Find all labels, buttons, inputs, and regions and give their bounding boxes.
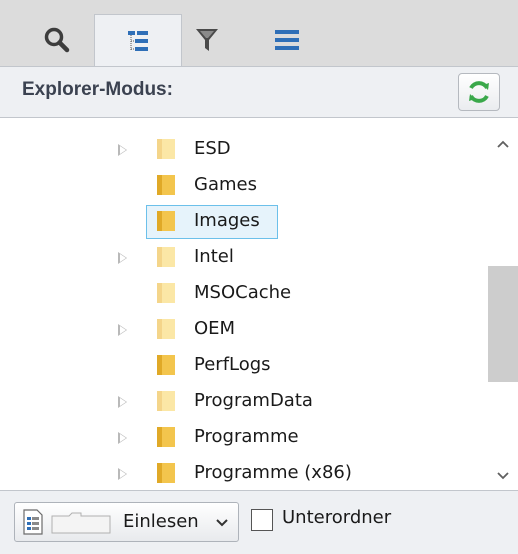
folder-icon bbox=[157, 427, 175, 447]
refresh-button[interactable] bbox=[458, 73, 500, 111]
subfolder-label: Unterordner bbox=[282, 507, 392, 528]
folder-outline-icon bbox=[51, 512, 111, 534]
expand-arrow-icon[interactable] bbox=[118, 396, 127, 408]
tree-item-label: ESD bbox=[194, 138, 231, 159]
folder-icon bbox=[157, 139, 175, 159]
tree-item-oem[interactable]: OEM bbox=[0, 312, 488, 348]
bottom-bar: Einlesen Unterordner bbox=[0, 490, 518, 554]
folder-tree: ESD Games Images Intel MSOCache OEM Perf… bbox=[0, 118, 488, 490]
tree-item-label: ProgramData bbox=[194, 390, 313, 411]
tree-item-label: Intel bbox=[194, 246, 234, 267]
tree-item-perflogs[interactable]: PerfLogs bbox=[0, 348, 488, 384]
tree-item-label: Programme (x86) bbox=[194, 462, 352, 483]
vertical-scrollbar[interactable] bbox=[488, 118, 518, 490]
folder-icon bbox=[157, 211, 175, 231]
folder-icon bbox=[157, 355, 175, 375]
tree-item-games[interactable]: Games bbox=[0, 168, 488, 204]
tree-item-programme[interactable]: Programme bbox=[0, 420, 488, 456]
expand-arrow-icon[interactable] bbox=[118, 432, 127, 444]
tree-item-intel[interactable]: Intel bbox=[0, 240, 488, 276]
expand-arrow-icon[interactable] bbox=[118, 468, 127, 480]
expand-arrow-icon[interactable] bbox=[118, 252, 127, 264]
tree-item-label: OEM bbox=[194, 318, 236, 339]
tree-item-msocache[interactable]: MSOCache bbox=[0, 276, 488, 312]
tab-list-menu[interactable] bbox=[258, 14, 316, 66]
explorer-panel: Explorer-Modus: ESD Games Images Intel M… bbox=[0, 0, 518, 554]
tab-search[interactable] bbox=[28, 14, 86, 66]
list-menu-icon bbox=[275, 30, 299, 50]
read-in-label: Einlesen bbox=[123, 511, 199, 532]
folder-icon bbox=[157, 175, 175, 195]
filter-icon bbox=[196, 29, 218, 51]
refresh-icon bbox=[469, 81, 489, 103]
tree-item-images[interactable]: Images bbox=[0, 204, 488, 240]
search-icon bbox=[44, 27, 70, 53]
scrollbar-thumb[interactable] bbox=[488, 266, 518, 382]
document-list-icon bbox=[23, 509, 43, 535]
scroll-down-icon[interactable] bbox=[497, 470, 509, 482]
toolbar bbox=[0, 0, 518, 66]
scroll-up-icon[interactable] bbox=[497, 138, 509, 150]
tree-item-label: Images bbox=[194, 210, 260, 231]
expand-arrow-icon[interactable] bbox=[118, 144, 127, 156]
read-in-button[interactable]: Einlesen bbox=[14, 502, 239, 542]
tree-item-label: PerfLogs bbox=[194, 354, 271, 375]
mode-header: Explorer-Modus: bbox=[0, 66, 518, 118]
tree-item-label: Programme bbox=[194, 426, 299, 447]
subfolder-checkbox[interactable] bbox=[251, 509, 273, 531]
expand-arrow-icon[interactable] bbox=[118, 324, 127, 336]
folder-icon bbox=[157, 283, 175, 303]
tree-item-label: MSOCache bbox=[194, 282, 292, 303]
folder-icon bbox=[157, 463, 175, 483]
mode-label: Explorer-Modus: bbox=[22, 79, 173, 100]
tree-item-esd[interactable]: ESD bbox=[0, 132, 488, 168]
folder-icon bbox=[157, 247, 175, 267]
tree-view-icon bbox=[128, 30, 148, 51]
tree-item-programme-x86[interactable]: Programme (x86) bbox=[0, 456, 488, 490]
tab-filter[interactable] bbox=[178, 14, 236, 66]
tree-item-programdata[interactable]: ProgramData bbox=[0, 384, 488, 420]
tree-item-label: Games bbox=[194, 174, 257, 195]
folder-icon bbox=[157, 391, 175, 411]
tab-tree-view[interactable] bbox=[94, 14, 182, 66]
folder-icon bbox=[157, 319, 175, 339]
chevron-down-icon[interactable] bbox=[215, 518, 229, 528]
